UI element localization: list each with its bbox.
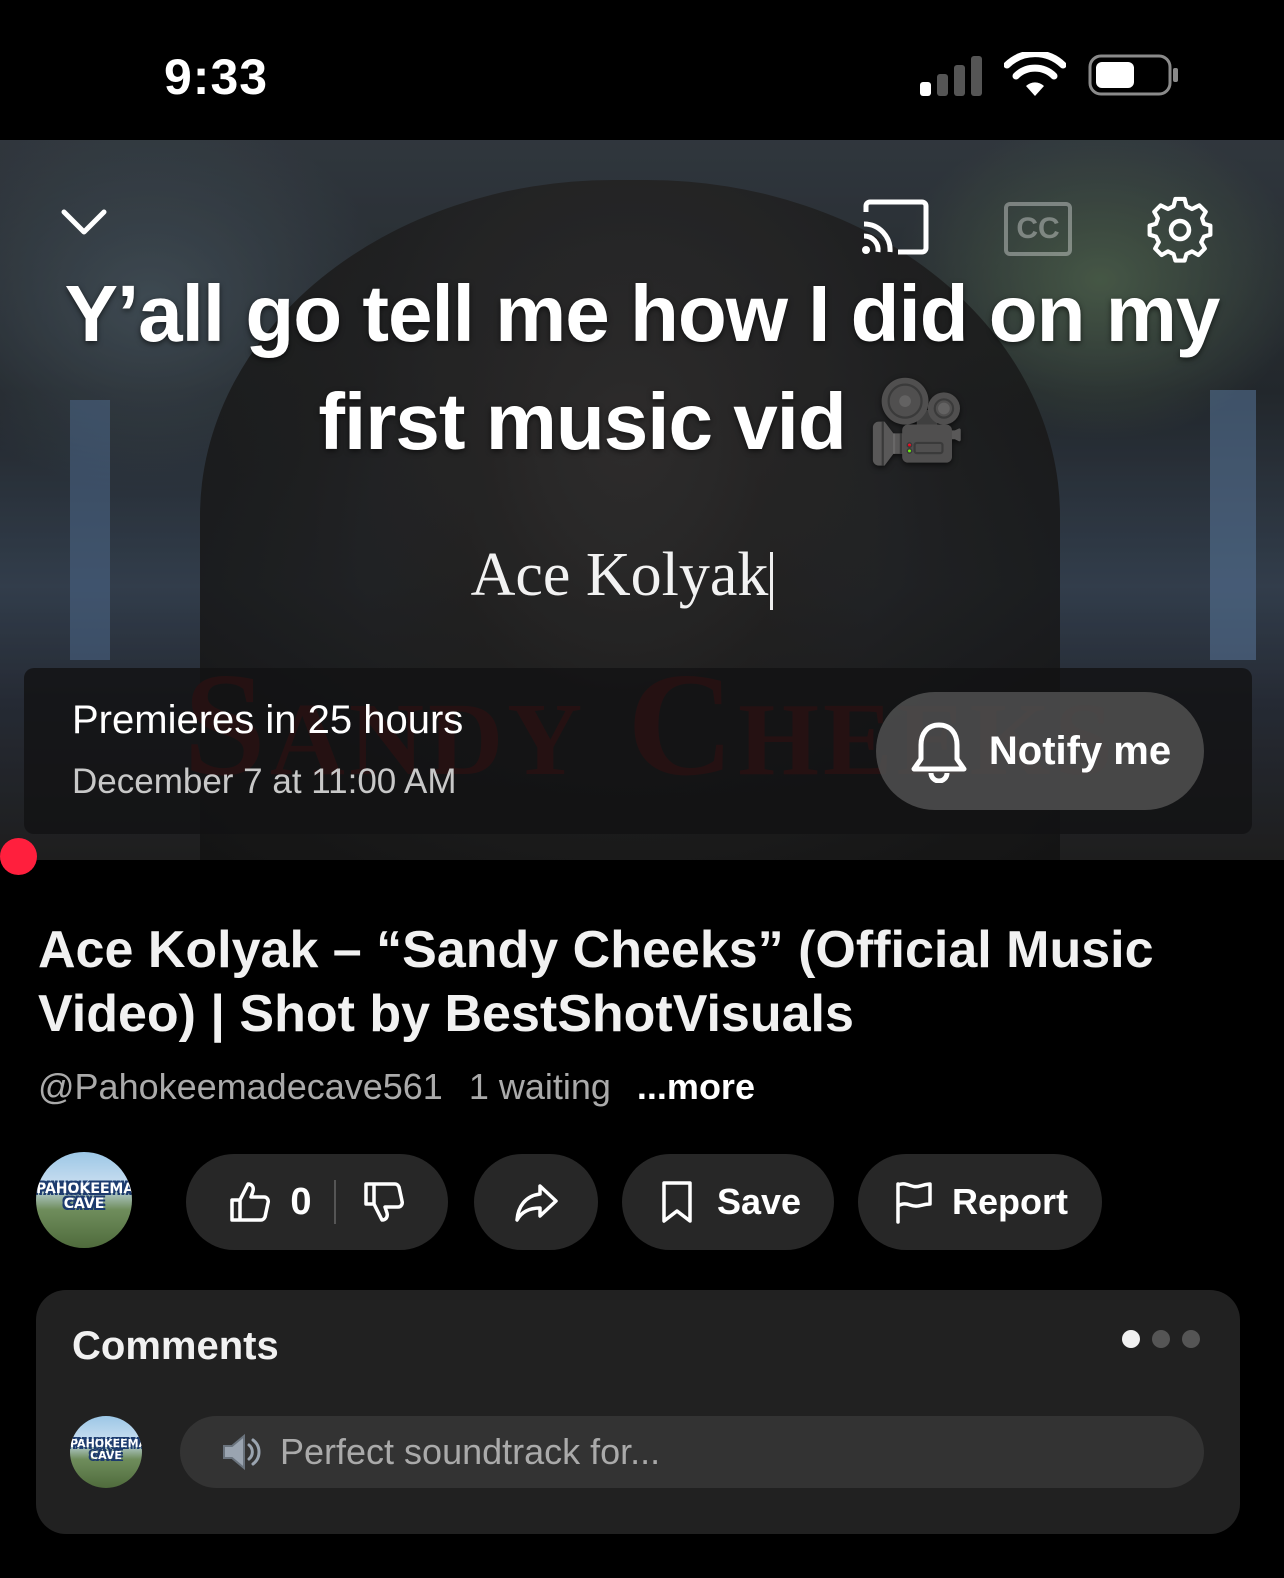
premiere-date: December 7 at 11:00 AM bbox=[72, 762, 457, 801]
comments-header: Comments bbox=[72, 1324, 279, 1368]
save-button[interactable]: Save bbox=[622, 1154, 834, 1250]
chevron-down-icon[interactable] bbox=[58, 202, 110, 242]
battery-icon bbox=[1088, 54, 1178, 96]
comment-placeholder: Perfect soundtrack for... bbox=[280, 1431, 661, 1472]
wifi-icon bbox=[1004, 52, 1066, 96]
save-label: Save bbox=[716, 1181, 802, 1222]
thumbs-down-icon[interactable] bbox=[362, 1180, 406, 1224]
waiting-count: 1 waiting bbox=[468, 1066, 611, 1107]
status-bar: 9:33 bbox=[0, 0, 1284, 140]
speaker-icon bbox=[223, 1433, 261, 1471]
premiere-card: Premieres in 25 hours December 7 at 11:0… bbox=[24, 668, 1252, 834]
comment-input[interactable]: Perfect soundtrack for... bbox=[180, 1416, 1204, 1488]
cast-icon[interactable] bbox=[860, 198, 930, 256]
page-dot bbox=[1152, 1330, 1170, 1348]
channel-avatar-logo-text: PAHOKEEMADE CAVE bbox=[36, 1181, 132, 1212]
like-dislike-group: 0 bbox=[186, 1154, 448, 1250]
cellular-signal-icon bbox=[920, 56, 984, 96]
notify-me-button[interactable]: Notify me bbox=[876, 692, 1204, 810]
like-divider bbox=[333, 1180, 336, 1224]
page-dot bbox=[1182, 1330, 1200, 1348]
thumbs-up-icon[interactable] bbox=[228, 1180, 272, 1224]
more-link[interactable]: ...more bbox=[637, 1066, 755, 1108]
page-dot bbox=[1122, 1330, 1140, 1348]
report-button[interactable]: Report bbox=[858, 1154, 1102, 1250]
bell-icon bbox=[911, 722, 967, 783]
video-player[interactable]: Sandy Cheeks CC Y’all go tell me how I d… bbox=[0, 140, 1284, 860]
share-button[interactable] bbox=[474, 1154, 598, 1250]
user-avatar-logo-text: PAHOKEEMADE CAVE bbox=[70, 1437, 142, 1462]
comments-card[interactable]: Comments PAHOKEEMADE CAVE Perfect soundt… bbox=[36, 1290, 1240, 1534]
flag-icon bbox=[896, 1182, 932, 1224]
channel-handle[interactable]: @Pahokeemadecave561 bbox=[38, 1066, 443, 1108]
bookmark-icon bbox=[662, 1181, 692, 1223]
video-meta-row: @Pahokeemadecave561 1 waiting ...more bbox=[38, 1066, 755, 1108]
like-count: 0 bbox=[290, 1180, 312, 1223]
notify-me-label: Notify me bbox=[988, 728, 1172, 773]
artist-overlay-text: Ace Kolyak bbox=[470, 541, 769, 609]
user-avatar: PAHOKEEMADE CAVE bbox=[70, 1416, 142, 1488]
captions-icon[interactable]: CC bbox=[1004, 202, 1072, 256]
report-label: Report bbox=[952, 1181, 1068, 1222]
artist-overlay: Ace Kolyak bbox=[0, 540, 1244, 611]
video-title[interactable]: Ace Kolyak – “Sandy Cheeks” (Official Mu… bbox=[38, 918, 1248, 1046]
share-icon bbox=[515, 1184, 558, 1222]
video-overlay-caption: Y’all go tell me how I did on my first m… bbox=[64, 269, 1221, 466]
text-cursor bbox=[770, 551, 774, 610]
progress-scrubber[interactable] bbox=[0, 838, 37, 875]
gear-icon[interactable] bbox=[1146, 196, 1214, 264]
channel-avatar[interactable]: PAHOKEEMADE CAVE bbox=[36, 1152, 132, 1248]
status-time: 9:33 bbox=[164, 49, 269, 105]
comments-page-dots bbox=[1122, 1330, 1200, 1348]
premiere-countdown: Premieres in 25 hours bbox=[72, 698, 464, 742]
